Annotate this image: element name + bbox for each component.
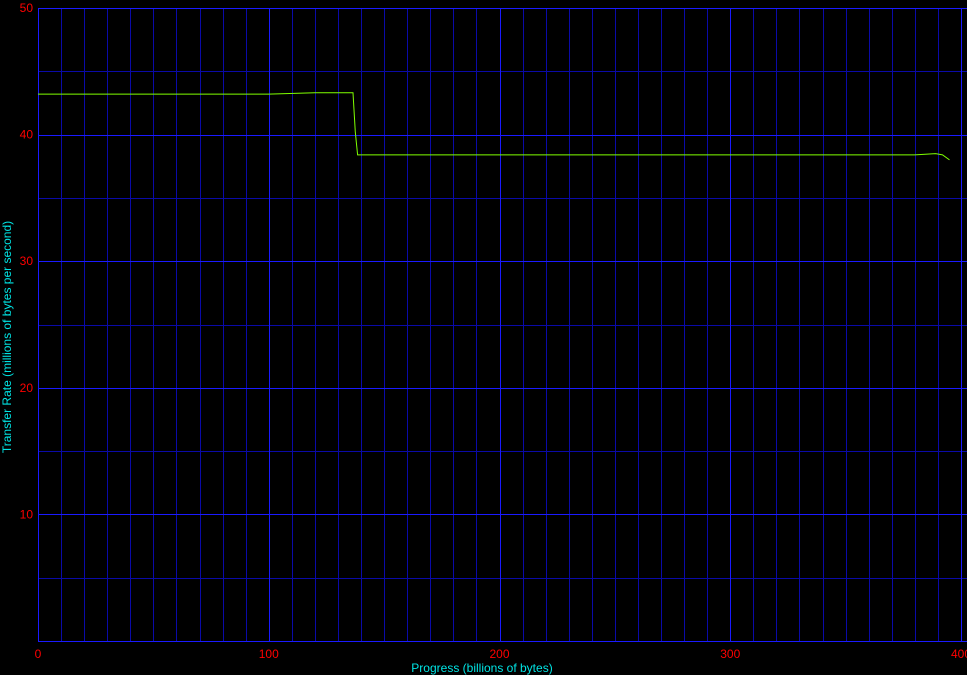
- transfer-rate-chart: 0 100 200 300 400 10 20 30 40 50 Progress (billi…: [0, 0, 967, 675]
- x-axis-label: Progress (billions of bytes): [411, 661, 552, 675]
- x-tick-label: 100: [259, 647, 279, 661]
- y-axis-label: Transfer Rate (millions of bytes per sec…: [0, 221, 14, 453]
- y-tick-label: 10: [20, 507, 34, 521]
- y-tick-label: 40: [20, 128, 34, 142]
- chart-background: [0, 0, 967, 675]
- x-tick-label: 200: [489, 647, 509, 661]
- x-tick-label: 0: [35, 647, 42, 661]
- chart-area: 0 100 200 300 400 10 20 30 40 50 Progress (billi…: [0, 0, 967, 675]
- x-tick-label: 300: [720, 647, 740, 661]
- y-tick-label: 30: [20, 254, 34, 268]
- y-tick-label: 50: [20, 1, 34, 15]
- y-tick-label: 20: [20, 381, 34, 395]
- x-tick-label: 400: [951, 647, 967, 661]
